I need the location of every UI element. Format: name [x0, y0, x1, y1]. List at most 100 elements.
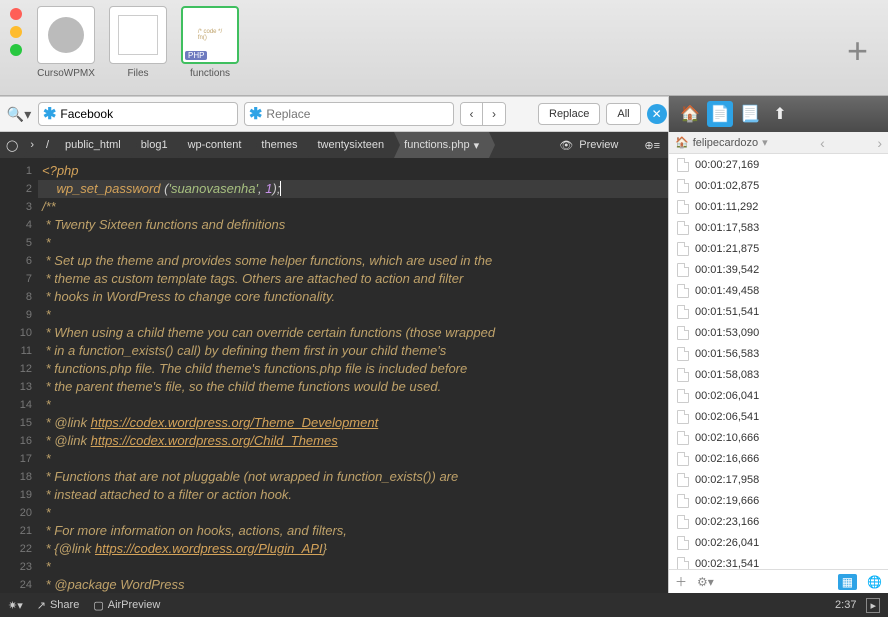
replace-input[interactable] — [266, 107, 449, 121]
code-line[interactable]: * — [38, 558, 668, 576]
tab-label: Files — [127, 68, 148, 79]
upload-icon[interactable]: ⬆ — [767, 101, 793, 127]
close-icon[interactable] — [10, 8, 22, 20]
list-item[interactable]: 00:01:53,090 — [669, 322, 888, 343]
prev-match-button[interactable]: ‹ — [461, 103, 483, 125]
code-line[interactable]: * hooks in WordPress to change core func… — [38, 288, 668, 306]
code-line[interactable]: * For more information on hooks, actions… — [38, 522, 668, 540]
code-line[interactable]: * {@link https://codex.wordpress.org/Plu… — [38, 540, 668, 558]
share-button[interactable]: ↗ Share — [37, 599, 80, 612]
code-line[interactable]: * in a function_exists() call) by defini… — [38, 342, 668, 360]
list-item[interactable]: 00:02:17,958 — [669, 469, 888, 490]
code-line[interactable]: * — [38, 234, 668, 252]
list-item[interactable]: 00:01:39,542 — [669, 259, 888, 280]
remote-icon[interactable]: 🌐 — [867, 575, 882, 589]
file-icon — [677, 158, 689, 172]
regex-icon[interactable]: ✱ — [43, 104, 56, 124]
replace-all-button[interactable]: All — [606, 103, 640, 125]
code-line[interactable]: * — [38, 450, 668, 468]
file-icon — [677, 368, 689, 382]
search-icon[interactable]: 🔍▾ — [6, 106, 32, 123]
minimize-icon[interactable] — [10, 26, 22, 38]
breadcrumb-item[interactable]: twentysixteen — [308, 132, 395, 158]
airpreview-button[interactable]: ▢ AirPreview — [93, 599, 160, 612]
tab-files[interactable]: Files — [106, 6, 170, 79]
file-name: 00:02:31,541 — [695, 558, 759, 570]
code-editor[interactable]: 1234567891011121314151617181920212223242… — [0, 158, 668, 593]
code-area[interactable]: <?php wp_set_password ('suanovasenha', 1… — [38, 158, 668, 593]
dropdown-icon[interactable]: ▾ — [762, 136, 768, 149]
tab-cursowpmx[interactable]: CursoWPMX — [34, 6, 98, 79]
code-line[interactable]: * Twenty Sixteen functions and definitio… — [38, 216, 668, 234]
list-item[interactable]: 00:02:23,166 — [669, 511, 888, 532]
list-item[interactable]: 00:01:02,875 — [669, 175, 888, 196]
tab-functions[interactable]: /* code */fn()PHPfunctions — [178, 6, 242, 79]
breadcrumb-item[interactable]: blog1 — [131, 132, 178, 158]
settings-icon[interactable]: ⚙▾ — [697, 575, 714, 589]
code-line[interactable]: * — [38, 504, 668, 522]
maximize-icon[interactable] — [10, 44, 22, 56]
replace-button[interactable]: Replace — [538, 103, 600, 125]
cursor-position: 2:37 — [835, 599, 856, 611]
breadcrumb-item[interactable]: public_html — [55, 132, 131, 158]
file-list[interactable]: 00:00:27,16900:01:02,87500:01:11,29200:0… — [669, 154, 888, 569]
settings-menu[interactable]: ✷▾ — [8, 599, 23, 612]
user-label[interactable]: felipecardozo — [693, 137, 758, 149]
preview-label[interactable]: Preview — [579, 139, 618, 151]
user-home-icon[interactable]: 🏠 — [675, 136, 689, 149]
code-line[interactable]: /** — [38, 198, 668, 216]
list-item[interactable]: 00:01:56,583 — [669, 343, 888, 364]
chevron-down-icon[interactable]: ▾ — [474, 139, 480, 152]
code-line[interactable]: * @link https://codex.wordpress.org/Chil… — [38, 432, 668, 450]
list-item[interactable]: 00:02:06,541 — [669, 406, 888, 427]
list-item[interactable]: 00:00:27,169 — [669, 154, 888, 175]
next-match-button[interactable]: › — [483, 103, 505, 125]
code-line[interactable]: * — [38, 396, 668, 414]
play-icon[interactable]: ▸ — [866, 598, 880, 613]
code-line[interactable]: * Set up the theme and provides some hel… — [38, 252, 668, 270]
code-line[interactable]: * @link https://codex.wordpress.org/Them… — [38, 414, 668, 432]
breadcrumb-root[interactable]: ◯ — [0, 132, 24, 158]
list-item[interactable]: 00:02:10,666 — [669, 427, 888, 448]
code-line[interactable]: <?php — [38, 162, 668, 180]
list-item[interactable]: 00:02:31,541 — [669, 553, 888, 569]
code-line[interactable]: * theme as custom template tags. Others … — [38, 270, 668, 288]
split-add-icon[interactable]: ⊕≡ — [644, 139, 660, 152]
add-tab-button[interactable]: + — [847, 30, 868, 72]
list-item[interactable]: 00:02:16,666 — [669, 448, 888, 469]
close-search-button[interactable]: ✕ — [647, 104, 667, 124]
local-icon[interactable]: ▦ — [838, 574, 857, 590]
forward-icon[interactable]: › — [877, 135, 882, 151]
regex-icon[interactable]: ✱ — [249, 104, 262, 124]
list-item[interactable]: 00:02:26,041 — [669, 532, 888, 553]
breadcrumb-item[interactable]: functions.php ▾ — [394, 132, 489, 158]
code-line[interactable]: * instead attached to a filter or action… — [38, 486, 668, 504]
code-line[interactable]: * functions.php file. The child theme's … — [38, 360, 668, 378]
list-item[interactable]: 00:01:17,583 — [669, 217, 888, 238]
home-icon[interactable]: 🏠 — [677, 101, 703, 127]
preview-icon[interactable]: 👁 — [559, 139, 573, 152]
list-item[interactable]: 00:01:51,541 — [669, 301, 888, 322]
add-file-icon[interactable]: ＋ — [675, 573, 687, 590]
status-bar: ✷▾ ↗ Share ▢ AirPreview 2:37 ▸ — [0, 593, 888, 617]
list-item[interactable]: 00:01:21,875 — [669, 238, 888, 259]
code-line[interactable]: * the parent theme's file, so the child … — [38, 378, 668, 396]
text-icon[interactable]: 📃 — [737, 101, 763, 127]
find-input[interactable] — [60, 107, 233, 121]
code-line[interactable]: * Functions that are not pluggable (not … — [38, 468, 668, 486]
breadcrumb-item[interactable]: themes — [251, 132, 307, 158]
code-line[interactable]: wp_set_password ('suanovasenha', 1); — [38, 180, 668, 198]
code-line[interactable]: * @package WordPress — [38, 576, 668, 593]
back-icon[interactable]: ‹ — [820, 135, 825, 151]
find-box: ✱ — [38, 102, 238, 126]
list-item[interactable]: 00:01:49,458 — [669, 280, 888, 301]
files-icon[interactable]: 📄 — [707, 101, 733, 127]
list-item[interactable]: 00:01:58,083 — [669, 364, 888, 385]
list-item[interactable]: 00:01:11,292 — [669, 196, 888, 217]
list-item[interactable]: 00:02:19,666 — [669, 490, 888, 511]
code-line[interactable]: * — [38, 306, 668, 324]
file-name: 00:02:23,166 — [695, 516, 759, 528]
breadcrumb-item[interactable]: wp-content — [178, 132, 252, 158]
code-line[interactable]: * When using a child theme you can overr… — [38, 324, 668, 342]
list-item[interactable]: 00:02:06,041 — [669, 385, 888, 406]
